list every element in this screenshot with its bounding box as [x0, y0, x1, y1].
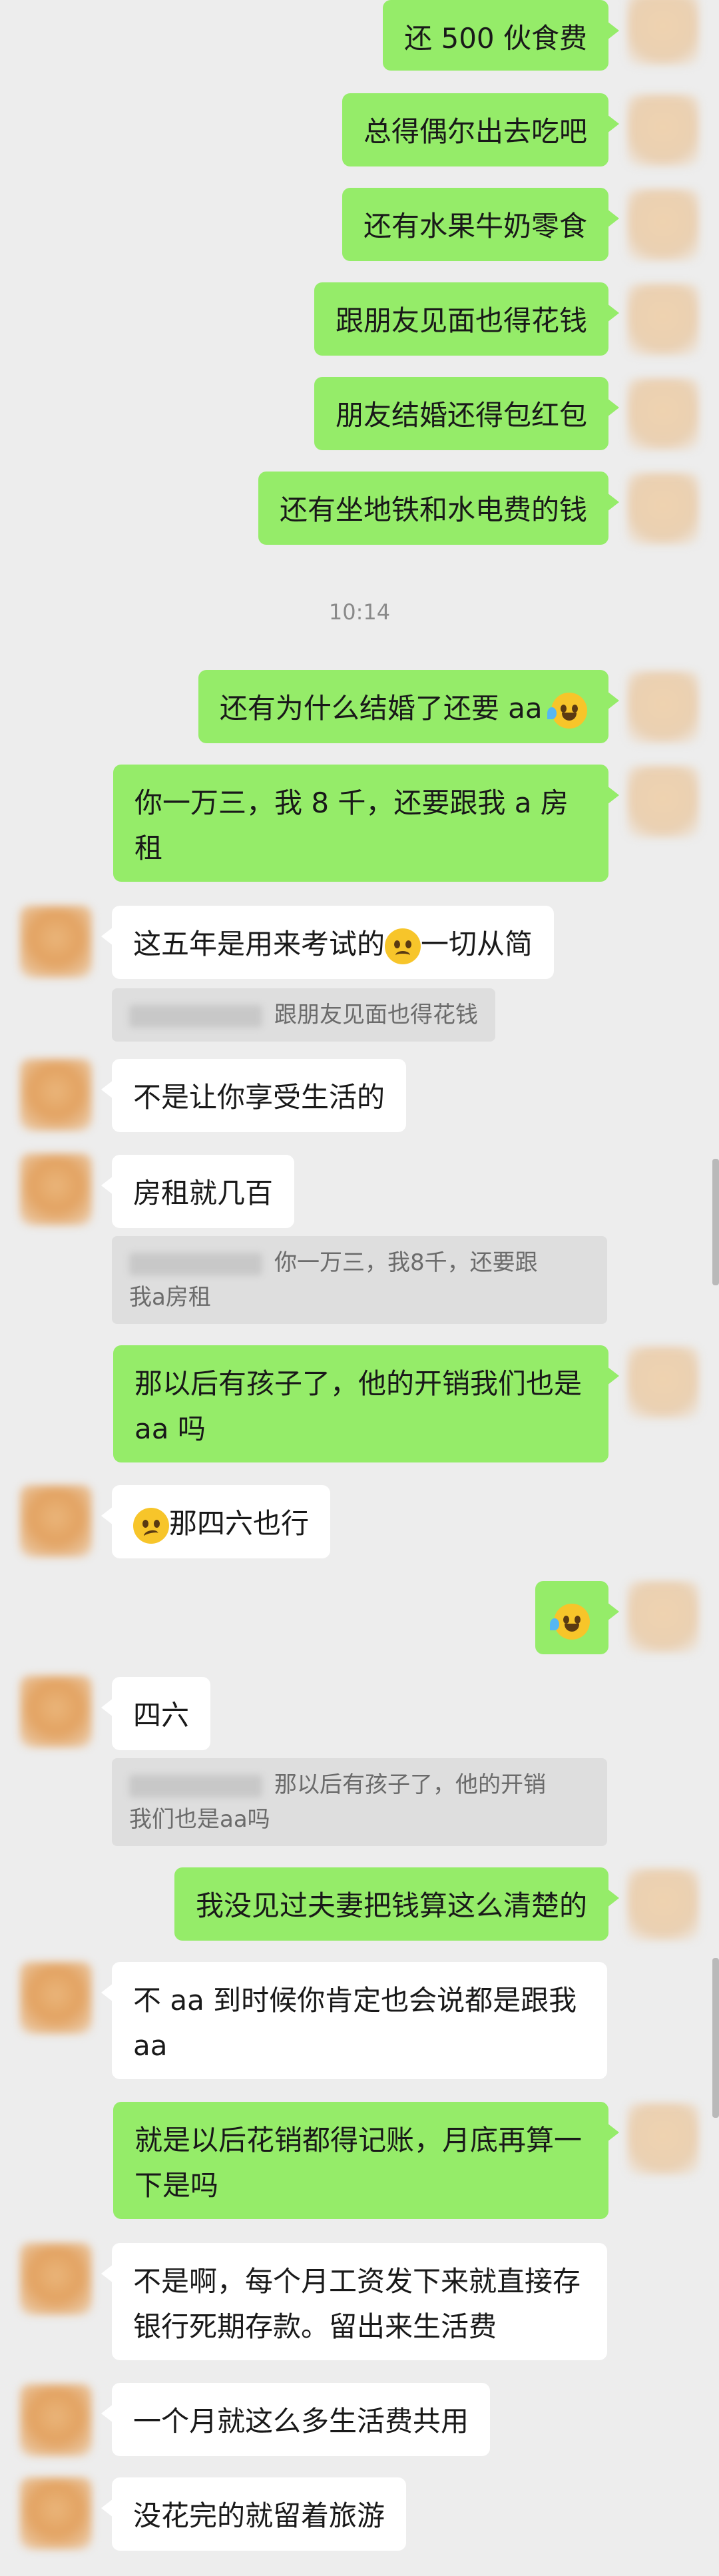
message-bubble[interactable]: 一个月就这么多生活费共用 [101, 2383, 491, 2456]
message-bubble[interactable]: 就是以后花销都得记账，月底再算一下是吗 [113, 2102, 619, 2219]
message-bubble[interactable]: 房租就几百 [101, 1155, 295, 1228]
quoted-reply[interactable]: 跟朋友见面也得花钱 [112, 988, 495, 1042]
message-bubble[interactable]: 还 500 伙食费 [383, 0, 619, 71]
quoted-reply[interactable]: 那以后有孩子了，他的开销 我们也是aa吗 [112, 1758, 607, 1846]
scrollbar[interactable] [712, 1958, 719, 2118]
message-bubble[interactable]: 还有水果牛奶零食 [342, 188, 620, 261]
avatar[interactable] [627, 284, 699, 356]
quoted-text-line2: 我们也是aa吗 [129, 1806, 270, 1833]
message-bubble[interactable] [535, 1581, 619, 1654]
message-bubble[interactable]: 不 aa 到时候你肯定也会说都是跟我 aa [101, 1962, 607, 2079]
quoted-sender-name [129, 1774, 262, 1797]
avatar[interactable] [20, 1485, 92, 1557]
quoted-sender-name [129, 1004, 262, 1028]
message-bubble[interactable]: 四六 [101, 1677, 211, 1750]
quoted-sender-name [129, 1252, 262, 1275]
quoted-text-line2: 我a房租 [129, 1284, 211, 1311]
grimacing-laugh-emoji [547, 692, 587, 729]
avatar[interactable] [627, 95, 699, 166]
message-text: 这五年是用来考试的 [133, 928, 385, 960]
timestamp: 10:14 [328, 599, 391, 625]
frowning-emoji [385, 928, 421, 964]
message-text: 一切从简 [421, 928, 533, 960]
avatar[interactable] [627, 766, 699, 838]
message-bubble[interactable]: 你一万三，我 8 千，还要跟我 a 房租 [113, 765, 619, 882]
message-bubble[interactable]: 跟朋友见面也得花钱 [314, 282, 620, 356]
avatar[interactable] [627, 378, 699, 450]
message-bubble[interactable]: 这五年是用来考试的 一切从简 [101, 906, 555, 979]
avatar[interactable] [20, 1153, 92, 1225]
avatar[interactable] [627, 1581, 699, 1653]
avatar[interactable] [627, 671, 699, 743]
message-bubble[interactable]: 不是啊，每个月工资发下来就直接存银行死期存款。留出来生活费 [101, 2243, 607, 2360]
quoted-text: 你一万三，我8千，还要跟 [274, 1249, 538, 1276]
avatar[interactable] [627, 189, 699, 261]
message-text: 那四六也行 [169, 1507, 310, 1540]
message-bubble[interactable]: 朋友结婚还得包红包 [314, 377, 620, 450]
avatar[interactable] [20, 1676, 92, 1748]
quoted-text: 那以后有孩子了，他的开销 [274, 1771, 546, 1798]
avatar[interactable] [627, 2103, 699, 2175]
message-bubble[interactable]: 那以后有孩子了，他的开销我们也是 aa 吗 [113, 1345, 619, 1462]
avatar[interactable] [20, 2384, 92, 2456]
avatar[interactable] [627, 1869, 699, 1941]
avatar[interactable] [20, 1059, 92, 1131]
message-bubble[interactable]: 还有坐地铁和水电费的钱 [258, 472, 620, 545]
message-bubble[interactable]: 没花完的就留着旅游 [101, 2477, 407, 2551]
message-bubble[interactable]: 我没见过夫妻把钱算这么清楚的 [174, 1867, 620, 1941]
message-bubble[interactable]: 还有为什么结婚了还要 aa [198, 670, 620, 743]
avatar[interactable] [20, 2243, 92, 2315]
avatar[interactable] [20, 2477, 92, 2549]
message-bubble[interactable]: 那四六也行 [101, 1485, 331, 1558]
message-text: 还有为什么结婚了还要 aa [219, 692, 543, 725]
confused-emoji [133, 1507, 169, 1544]
message-bubble[interactable]: 不是让你享受生活的 [101, 1059, 407, 1132]
laugh-crying-emoji [550, 1603, 590, 1640]
quoted-reply[interactable]: 你一万三，我8千，还要跟 我a房租 [112, 1236, 607, 1324]
scrollbar[interactable] [712, 1159, 719, 1285]
message-bubble[interactable]: 总得偶尔出去吃吧 [342, 93, 620, 166]
avatar[interactable] [20, 1962, 92, 2034]
avatar[interactable] [627, 1347, 699, 1419]
quoted-text: 跟朋友见面也得花钱 [274, 1002, 478, 1028]
avatar[interactable] [627, 0, 699, 65]
avatar[interactable] [20, 906, 92, 978]
avatar[interactable] [627, 473, 699, 545]
